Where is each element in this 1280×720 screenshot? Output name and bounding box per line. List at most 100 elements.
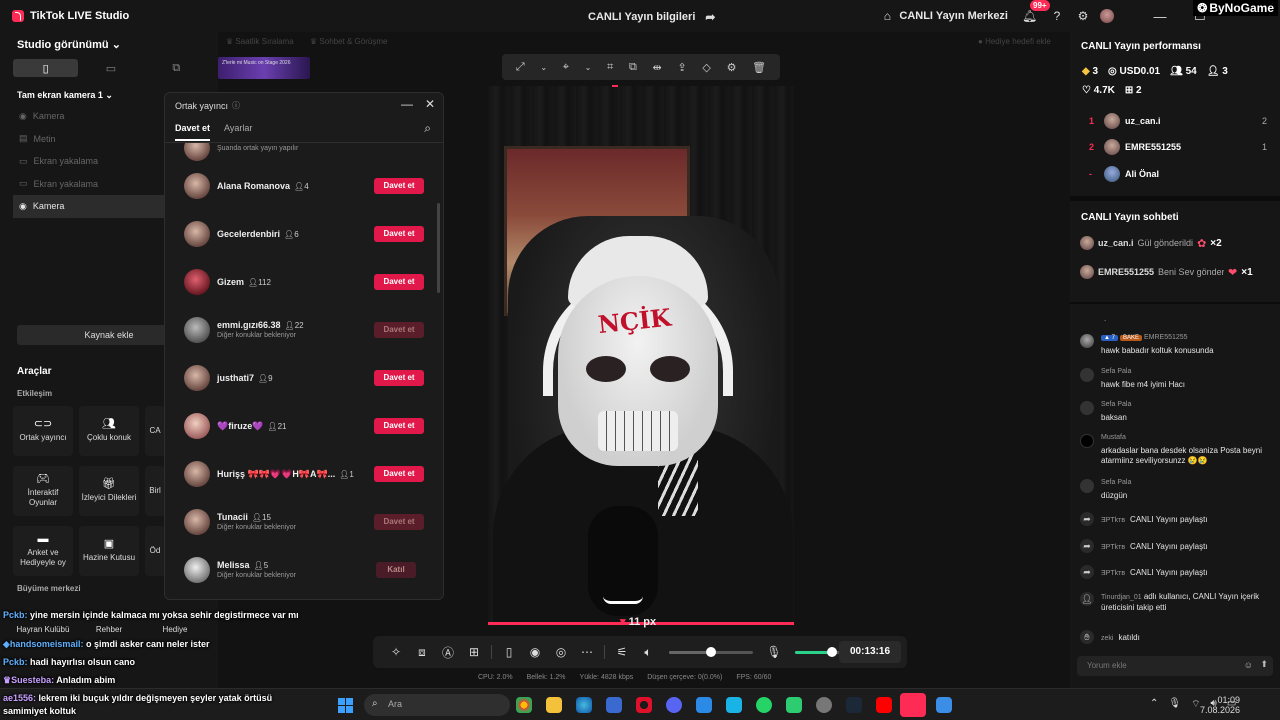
- edge-icon[interactable]: [576, 697, 592, 713]
- whatsapp-icon[interactable]: [756, 697, 772, 713]
- studio-view-dropdown[interactable]: Studio görünümü ⌄: [17, 38, 121, 51]
- tool-treasure-box[interactable]: ▣ Hazine Kutusu: [79, 526, 139, 576]
- position-icon[interactable]: ⌖: [563, 61, 569, 74]
- invite-button[interactable]: Davet et: [374, 418, 424, 434]
- phone-icon[interactable]: ▯: [496, 645, 522, 659]
- speaker-icon[interactable]: 🔈︎: [635, 645, 661, 660]
- settings-icon[interactable]: ⚙: [727, 61, 737, 74]
- game-icon[interactable]: [786, 697, 802, 713]
- duplicate-icon[interactable]: ⧉: [629, 61, 637, 74]
- event-banner[interactable]: Z'lerle mi Music on Stage 2026: [218, 57, 310, 79]
- chevron-down-icon[interactable]: ⌄: [540, 63, 547, 72]
- volume-slider[interactable]: [669, 646, 753, 657]
- dual-view-tab[interactable]: ⧉: [144, 59, 209, 77]
- opera-icon[interactable]: [636, 697, 652, 713]
- send-icon[interactable]: ⬆: [1260, 659, 1268, 670]
- tool-cohost[interactable]: ⊂⊃ Ortak yayıncı: [13, 406, 73, 456]
- comment-input[interactable]: Yorum ekle ☺ ⬆: [1077, 656, 1273, 676]
- telegram-icon[interactable]: [726, 697, 742, 713]
- taskbar-search[interactable]: ⌕ Ara: [364, 694, 510, 716]
- notifications-button[interactable]: 🔔︎ 99+: [1022, 0, 1050, 23]
- tool-multiguest[interactable]: 👥︎ Çoklu konuk: [79, 406, 139, 456]
- microphone-icon[interactable]: 🎙︎: [761, 645, 787, 659]
- minimize-icon[interactable]: —: [1140, 9, 1180, 24]
- volume-knob[interactable]: [706, 646, 716, 657]
- invite-button[interactable]: Davet et: [374, 274, 424, 290]
- windows-start-icon[interactable]: [338, 698, 353, 713]
- camera-switch-icon[interactable]: ◎: [548, 645, 574, 659]
- store-icon[interactable]: [606, 697, 622, 713]
- performance-stats-row: ♡ 4.7K ⊞ 2: [1082, 85, 1142, 96]
- close-icon[interactable]: ✕: [425, 97, 435, 111]
- delete-icon[interactable]: 🗑︎: [752, 61, 766, 74]
- youtube-icon[interactable]: [876, 697, 892, 713]
- invite-button[interactable]: Davet et: [374, 226, 424, 242]
- gift-goal-button[interactable]: ● Hediye hedefi ekle: [978, 37, 1051, 46]
- crop-icon[interactable]: ⌗: [607, 61, 613, 74]
- search-icon: ⌕: [372, 698, 378, 709]
- cohost-list[interactable]: Şuanda ortak yayın yapılır Alana Romanov…: [165, 143, 435, 599]
- invite-button[interactable]: Davet et: [374, 466, 424, 482]
- tool-partial[interactable]: Öd: [145, 526, 165, 576]
- tiktok-live-studio-icon[interactable]: [900, 693, 926, 717]
- microphone-icon[interactable]: 🎙︎: [1168, 698, 1181, 711]
- camera-icon: ◉: [19, 200, 27, 211]
- fit-icon[interactable]: ⤢: [516, 61, 525, 74]
- magic-wand-icon[interactable]: ✧: [383, 645, 409, 659]
- stream-preview[interactable]: NÇİK: [488, 86, 794, 626]
- ai-icon[interactable]: Ⓐ: [435, 644, 461, 661]
- chat-call-tab[interactable]: ♛ Sohbet & Görüşme: [310, 37, 387, 46]
- more-icon[interactable]: ⋯: [574, 645, 600, 659]
- settings-gear-icon[interactable]: ⚙: [1076, 9, 1090, 23]
- chrome-icon[interactable]: [516, 697, 532, 713]
- tool-interactive-games[interactable]: 🎮︎ İnteraktif Oyunlar: [13, 466, 73, 516]
- adjust-icon[interactable]: ⚟: [609, 645, 635, 659]
- emoji-icon[interactable]: ☺: [1244, 660, 1253, 670]
- minimize-icon[interactable]: —: [401, 97, 413, 111]
- ranking-row[interactable]: 2 EMRE551255 1: [1070, 138, 1280, 158]
- join-message: ✋︎ zeki katıldı: [1080, 630, 1275, 648]
- chevron-down-icon[interactable]: ⌄: [585, 63, 592, 72]
- record-icon[interactable]: ◉: [522, 645, 548, 659]
- move-up-icon[interactable]: ⇪: [677, 61, 686, 74]
- add-media-icon[interactable]: ⊞: [461, 645, 487, 659]
- tab-settings[interactable]: Ayarlar: [224, 123, 252, 141]
- landscape-view-tab[interactable]: ▭: [78, 59, 143, 77]
- scrollbar[interactable]: [437, 203, 440, 293]
- tool-partial[interactable]: Birl: [145, 466, 165, 516]
- info-icon[interactable]: ⓘ: [232, 100, 240, 111]
- chevron-up-icon[interactable]: ⌃: [1150, 698, 1158, 711]
- viewers-icon: 👥︎: [1170, 66, 1186, 77]
- app-icon[interactable]: [816, 697, 832, 713]
- mail-icon[interactable]: [696, 697, 712, 713]
- folder-icon[interactable]: [546, 697, 562, 713]
- taskbar-clock[interactable]: 01:09 7.08.2026: [1200, 695, 1240, 715]
- scene-dropdown[interactable]: Tam ekran kamera 1 ⌄: [17, 90, 113, 101]
- tool-partial[interactable]: CA: [145, 406, 165, 456]
- steam-icon[interactable]: [846, 697, 862, 713]
- tool-viewer-wishes[interactable]: 🎁︎ İzleyici Dilekleri: [79, 466, 139, 516]
- effects-icon[interactable]: ⧈: [409, 645, 435, 660]
- layers-icon[interactable]: ◇: [702, 61, 710, 74]
- flip-icon[interactable]: ⇹: [653, 61, 662, 74]
- profile-avatar[interactable]: [1100, 9, 1114, 23]
- help-icon[interactable]: ?: [1050, 9, 1064, 23]
- mic-knob[interactable]: [827, 646, 838, 657]
- ranking-row[interactable]: 1 uz_can.i 2: [1070, 112, 1280, 132]
- user-name: Hurişş 🎀🎀💗💗H🎀A🎀...: [217, 469, 336, 479]
- live-info-button[interactable]: CANLI Yayın bilgileri ➦: [588, 10, 717, 24]
- portrait-view-tab[interactable]: ▯: [13, 59, 79, 77]
- tool-poll[interactable]: ▬ Anket ve Hediyeyle oy: [13, 526, 73, 576]
- join-button[interactable]: Katıl: [376, 562, 416, 578]
- hourly-ranking-tab[interactable]: ♛ Saatlik Sıralama: [226, 37, 294, 46]
- discord-icon[interactable]: [666, 697, 682, 713]
- invite-button[interactable]: Davet et: [374, 370, 424, 386]
- live-center-button[interactable]: ⌂ CANLI Yayın Merkezi: [880, 9, 1008, 23]
- stats-bar: CPU: 2.0% Bellek: 1.2% Yükle: 4828 kbps …: [478, 674, 771, 681]
- search-icon[interactable]: ⌕: [424, 121, 431, 136]
- app-icon[interactable]: [936, 697, 952, 713]
- tab-invite[interactable]: Davet et: [175, 123, 211, 141]
- ranking-row[interactable]: - Ali Önal: [1070, 165, 1280, 185]
- invite-button[interactable]: Davet et: [374, 178, 424, 194]
- share-message: ➦ ƎPTkтв CANLI Yayını paylaştı: [1080, 539, 1275, 557]
